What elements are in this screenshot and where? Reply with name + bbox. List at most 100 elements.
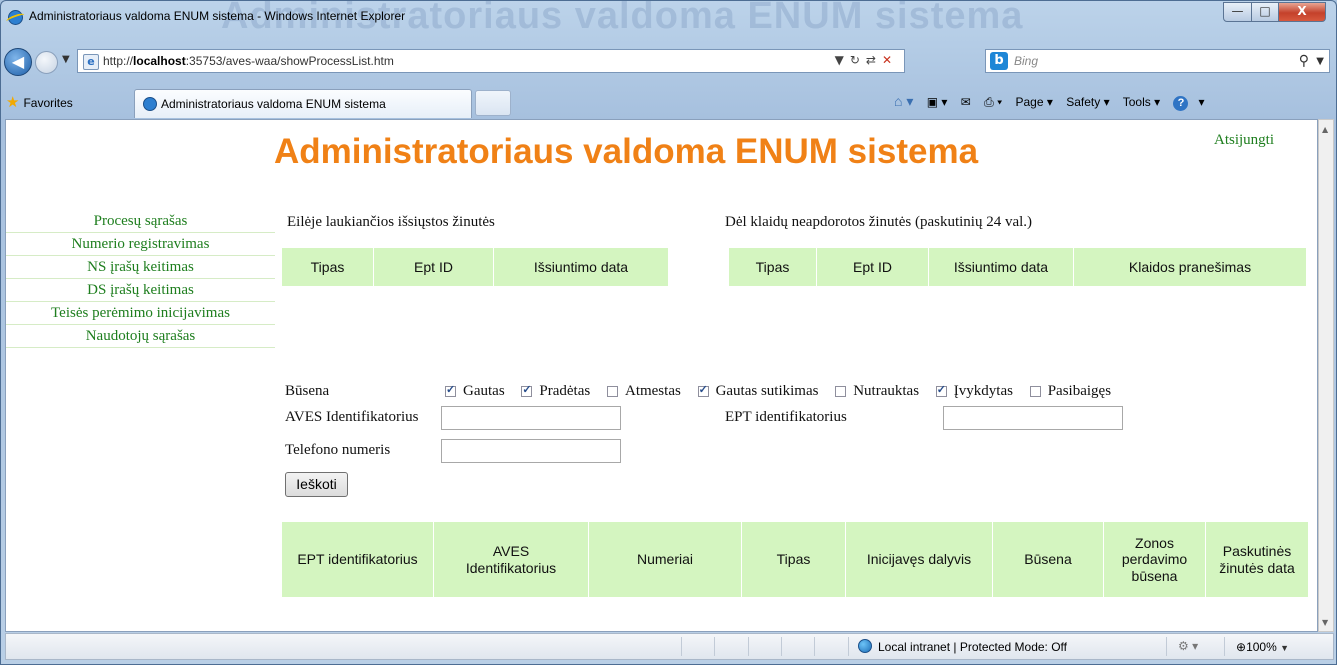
help-dropdown-icon[interactable]: ▾ — [1198, 95, 1204, 109]
status-checkbox-gautas-sutikimas[interactable] — [697, 383, 709, 398]
side-menu: Procesų sąrašas Numerio registravimas NS… — [6, 210, 275, 348]
menu-item-process-list[interactable]: Procesų sąrašas — [6, 210, 275, 233]
scroll-down-icon[interactable]: ▼ — [1322, 618, 1328, 627]
minimize-button[interactable]: — — [1223, 2, 1252, 22]
status-divider — [681, 637, 682, 656]
favorites-bar: ★ Favorites Administratoriaus valdoma ENU… — [1, 86, 1336, 118]
address-bar[interactable]: e http://localhost:35753/aves-waa/showPr… — [77, 49, 905, 73]
errors-col-ept-id: Ept ID — [817, 248, 929, 286]
close-button[interactable]: X — [1278, 2, 1326, 22]
favorites-button[interactable]: ★ Favorites — [6, 93, 73, 111]
ept-id-label: EPT identifikatorius — [725, 409, 847, 425]
status-label: Būsena — [285, 383, 330, 399]
status-option[interactable]: Pradėtas — [521, 383, 590, 400]
tools-menu[interactable]: Tools ▾ — [1123, 95, 1160, 109]
status-option[interactable]: Pasibaigęs — [1029, 383, 1111, 400]
bing-logo-icon: b — [990, 52, 1008, 70]
errors-col-error-message: Klaidos pranešimas — [1128, 258, 1252, 275]
results-col-aves-id: AVES Identifikatorius — [434, 522, 589, 597]
title-bar: Administratoriaus valdoma ENUM sistema A… — [1, 1, 1336, 37]
status-checkbox-pradetas[interactable] — [521, 383, 533, 398]
logout-link[interactable]: Atsijungti — [1214, 132, 1274, 149]
status-divider — [748, 637, 749, 656]
errors-table-header: Tipas Ept ID Išsiuntimo data Klaidos pra… — [729, 248, 1306, 286]
results-table-header: EPT identifikatorius AVES Identifikatori… — [282, 522, 1308, 597]
zoom-level[interactable]: ⊕100% ▼ — [1236, 640, 1289, 654]
queue-table-header: Tipas Ept ID Išsiuntimo data — [282, 248, 668, 286]
vertical-scrollbar[interactable]: ▲ ▼ — [1318, 119, 1334, 632]
status-divider — [1166, 637, 1167, 656]
ie-page-icon — [143, 97, 157, 111]
status-option[interactable]: Nutrauktas — [835, 383, 919, 400]
status-bar: Local intranet | Protected Mode: Off ⚙ ▾… — [5, 633, 1334, 660]
forward-button[interactable] — [35, 51, 58, 74]
errors-col-sent-date: Išsiuntimo data — [929, 248, 1074, 286]
aves-id-input[interactable] — [441, 406, 621, 430]
menu-item-users-list[interactable]: Naudotojų sąrašas — [6, 325, 275, 348]
status-divider — [781, 637, 782, 656]
browser-window: Administratoriaus valdoma ENUM sistema A… — [0, 0, 1337, 665]
queue-col-ept-id: Ept ID — [374, 248, 494, 286]
search-placeholder: Bing — [1014, 54, 1039, 68]
back-button[interactable]: ◀ — [4, 48, 32, 76]
scroll-up-icon[interactable]: ▲ — [1322, 125, 1328, 134]
results-col-ept-id: EPT identifikatorius — [282, 522, 434, 597]
star-icon: ★ — [6, 94, 20, 111]
menu-item-transfer-init[interactable]: Teisės perėmimo inicijavimas — [6, 302, 275, 325]
page-icon: e — [83, 54, 99, 70]
safety-menu[interactable]: Safety ▾ — [1066, 95, 1109, 109]
security-zone[interactable]: Local intranet | Protected Mode: Off — [878, 640, 1067, 654]
history-dropdown-icon[interactable]: ▼ — [62, 54, 70, 65]
results-col-zone-transfer-status: Zonos perdavimo būsena — [1104, 522, 1206, 597]
status-option[interactable]: Gautas sutikimas — [697, 383, 818, 400]
globe-icon — [858, 639, 872, 653]
print-icon[interactable]: ⎙ ▾ — [984, 95, 1002, 109]
status-option[interactable]: Įvykdytas — [935, 383, 1013, 400]
address-url[interactable]: http://localhost:35753/aves-waa/showProc… — [103, 54, 394, 68]
search-icon[interactable]: ⚲ — [1299, 53, 1309, 69]
help-icon[interactable]: ? — [1173, 96, 1189, 111]
results-col-status: Būsena — [993, 522, 1104, 597]
ie-logo-icon — [8, 10, 23, 25]
menu-item-ns-records[interactable]: NS įrašų keitimas — [6, 256, 275, 279]
ept-id-input[interactable] — [943, 406, 1123, 430]
zoom-dropdown-icon[interactable]: ▼ — [1280, 643, 1289, 653]
status-checkbox-gautas[interactable] — [445, 383, 456, 398]
errors-heading: Dėl klaidų neapdorotos žinutės (paskutin… — [725, 214, 1033, 230]
tab-label: Administratoriaus valdoma ENUM sistema — [161, 97, 386, 111]
phone-input[interactable] — [441, 439, 621, 463]
menu-item-ds-records[interactable]: DS įrašų keitimas — [6, 279, 275, 302]
status-checkbox-ivykdytas[interactable] — [935, 383, 947, 398]
feeds-icon[interactable]: ▣ ▾ — [927, 95, 948, 109]
command-bar: ⌂ ▾ ▣ ▾ ✉ ⎙ ▾ Page ▾ Safety ▾ Tools ▾ ? ▾ — [894, 93, 1215, 111]
navigation-bar: ◀ ▼ e http://localhost:35753/aves-waa/sh… — [1, 45, 1336, 79]
status-option[interactable]: Atmestas — [606, 383, 681, 400]
search-dropdown-icon[interactable]: ▼ — [1316, 56, 1324, 67]
results-col-type: Tipas — [742, 522, 846, 597]
queue-heading: Eilėje laukiančios išsiųstos žinutės — [287, 214, 495, 230]
status-checkboxes: Gautas Pradėtas Atmestas Gautas sutikima… — [445, 383, 1124, 400]
protected-mode-icon[interactable]: ⚙ ▾ — [1178, 639, 1198, 653]
page-title: Administratoriaus valdoma ENUM sistema — [273, 132, 979, 171]
home-icon[interactable]: ⌂ ▾ — [894, 93, 913, 109]
status-checkbox-pasibaiges[interactable] — [1029, 386, 1041, 398]
page-menu[interactable]: Page ▾ — [1016, 95, 1053, 109]
status-option[interactable]: Gautas — [445, 383, 505, 400]
menu-item-number-registration[interactable]: Numerio registravimas — [6, 233, 275, 256]
page-content: Administratoriaus valdoma ENUM sistema A… — [5, 119, 1318, 632]
mail-icon[interactable]: ✉ — [961, 95, 971, 109]
phone-label: Telefono numeris — [285, 442, 391, 458]
results-col-numbers: Numeriai — [589, 522, 742, 597]
status-divider — [814, 637, 815, 656]
status-checkbox-nutrauktas[interactable] — [835, 386, 847, 398]
status-checkbox-atmestas[interactable] — [606, 386, 618, 398]
status-divider — [848, 637, 849, 656]
search-button[interactable]: Ieškoti — [285, 472, 348, 497]
zoom-icon: ⊕ — [1236, 640, 1247, 654]
search-box[interactable]: b Bing ⚲ ▼ — [985, 49, 1330, 73]
tab-active[interactable]: Administratoriaus valdoma ENUM sistema — [134, 89, 472, 118]
address-tools[interactable]: ▼↻⇄✕ — [835, 53, 898, 67]
stop-icon[interactable]: ✕ — [882, 53, 898, 67]
new-tab-button[interactable] — [475, 90, 511, 116]
maximize-button[interactable]: □ — [1251, 2, 1279, 22]
